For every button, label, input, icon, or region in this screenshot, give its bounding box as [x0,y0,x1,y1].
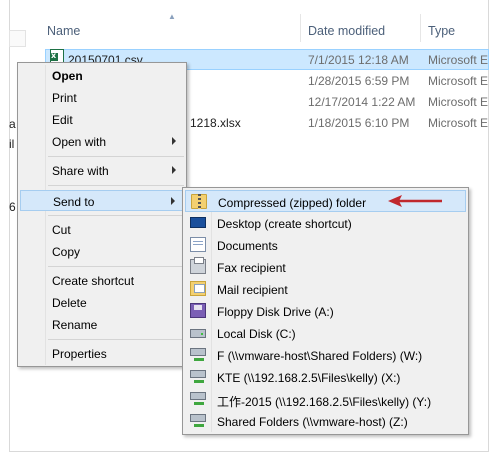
submenu-item-label: Mail recipient [217,283,288,297]
column-header-date-modified[interactable]: Date modified [308,24,385,52]
file-date: 12/17/2014 1:22 AM [308,95,416,109]
file-type: Microsoft E [428,74,489,88]
file-type: Microsoft E [428,95,489,109]
network-drive-icon [190,348,206,361]
menu-separator [48,185,184,186]
context-menu: Open Print Edit Open with Share with Sen… [17,62,187,367]
submenu-item-label: Compressed (zipped) folder [218,196,367,210]
menu-item-open-with[interactable]: Open with [20,131,184,152]
fax-icon [190,257,206,274]
file-type: Microsoft E [428,116,489,130]
submenu-arrow-icon [171,197,175,205]
column-divider[interactable] [420,14,421,42]
submenu-item-label: Shared Folders (\\vmware-host) (Z:) [217,415,408,429]
menu-item-label: Copy [52,245,81,259]
menu-item-label: Create shortcut [52,274,135,288]
submenu-item-label: KTE (\\192.168.2.5\Files\kelly) (X:) [217,371,401,385]
menu-item-label: Delete [52,296,87,310]
submenu-item-label: Desktop (create shortcut) [217,217,352,231]
clipped-text: il [9,137,15,151]
submenu-item-label: Local Disk (C:) [217,327,296,341]
menu-item-label: Properties [52,347,107,361]
submenu-item-label: 工作-2015 (\\192.168.2.5\Files\kelly) (Y:) [217,395,432,409]
menu-item-label: Edit [52,113,73,127]
send-to-documents[interactable]: Documents [185,234,466,256]
menu-item-print[interactable]: Print [20,87,184,108]
sort-ascending-icon: ▲ [168,12,176,21]
menu-item-open[interactable]: Open [20,65,184,86]
menu-item-properties[interactable]: Properties [20,343,184,364]
menu-separator [48,266,184,267]
navigation-pane-edge[interactable] [9,30,26,47]
submenu-item-label: Floppy Disk Drive (A:) [217,305,334,319]
send-to-floppy-drive[interactable]: Floppy Disk Drive (A:) [185,300,466,322]
submenu-item-label: Documents [217,239,278,253]
menu-item-label: Share with [52,164,109,178]
send-to-network-drive-x[interactable]: KTE (\\192.168.2.5\Files\kelly) (X:) [185,366,466,388]
submenu-arrow-icon [172,166,176,174]
send-to-desktop[interactable]: Desktop (create shortcut) [185,212,466,234]
network-drive-icon [190,414,206,427]
menu-item-send-to[interactable]: Send to [20,190,184,211]
send-to-submenu: Compressed (zipped) folder Desktop (crea… [182,187,469,435]
submenu-item-label: F (\\vmware-host\Shared Folders) (W:) [217,349,423,363]
menu-item-cut[interactable]: Cut [20,219,184,240]
file-type: Microsoft E [428,53,489,67]
send-to-mail-recipient[interactable]: Mail recipient [185,278,466,300]
mail-icon [190,281,206,296]
menu-item-label: Cut [52,223,71,237]
documents-icon [190,237,206,252]
network-drive-icon [190,370,206,383]
menu-item-label: Open with [52,135,107,149]
menu-item-copy[interactable]: Copy [20,241,184,262]
menu-item-create-shortcut[interactable]: Create shortcut [20,270,184,291]
menu-item-edit[interactable]: Edit [20,109,184,130]
send-to-local-disk[interactable]: Local Disk (C:) [185,322,466,344]
send-to-fax-recipient[interactable]: Fax recipient [185,256,466,278]
zip-folder-icon [191,194,207,209]
submenu-item-label: Fax recipient [217,261,286,275]
column-divider[interactable] [300,14,301,42]
send-to-network-drive-y[interactable]: 工作-2015 (\\192.168.2.5\Files\kelly) (Y:) [185,388,466,410]
menu-item-label: Print [52,91,77,105]
file-date: 1/28/2015 6:59 PM [308,74,410,88]
network-drive-icon [190,392,206,405]
menu-separator [48,215,184,216]
desktop-icon [190,217,206,228]
annotation-arrow-icon [388,195,442,207]
menu-separator [48,339,184,340]
menu-separator [48,156,184,157]
menu-item-label: Rename [52,318,98,332]
floppy-icon [190,303,206,318]
clipped-text: a [9,117,16,131]
file-date: 1/18/2015 6:10 PM [308,116,410,130]
clipped-text: 6 [9,200,16,214]
local-disk-icon [190,329,206,338]
menu-item-label: Send to [53,195,95,209]
menu-item-label: Open [52,69,83,83]
menu-item-share-with[interactable]: Share with [20,160,184,181]
send-to-network-drive-z[interactable]: Shared Folders (\\vmware-host) (Z:) [185,410,466,432]
menu-item-delete[interactable]: Delete [20,292,184,313]
submenu-arrow-icon [172,137,176,145]
column-header-type[interactable]: Type [428,24,455,52]
column-header-name[interactable]: Name [47,24,80,52]
menu-item-rename[interactable]: Rename [20,314,184,335]
file-name[interactable]: 1218.xlsx [190,116,241,130]
send-to-network-drive-w[interactable]: F (\\vmware-host\Shared Folders) (W:) [185,344,466,366]
file-date: 7/1/2015 12:18 AM [308,53,409,67]
